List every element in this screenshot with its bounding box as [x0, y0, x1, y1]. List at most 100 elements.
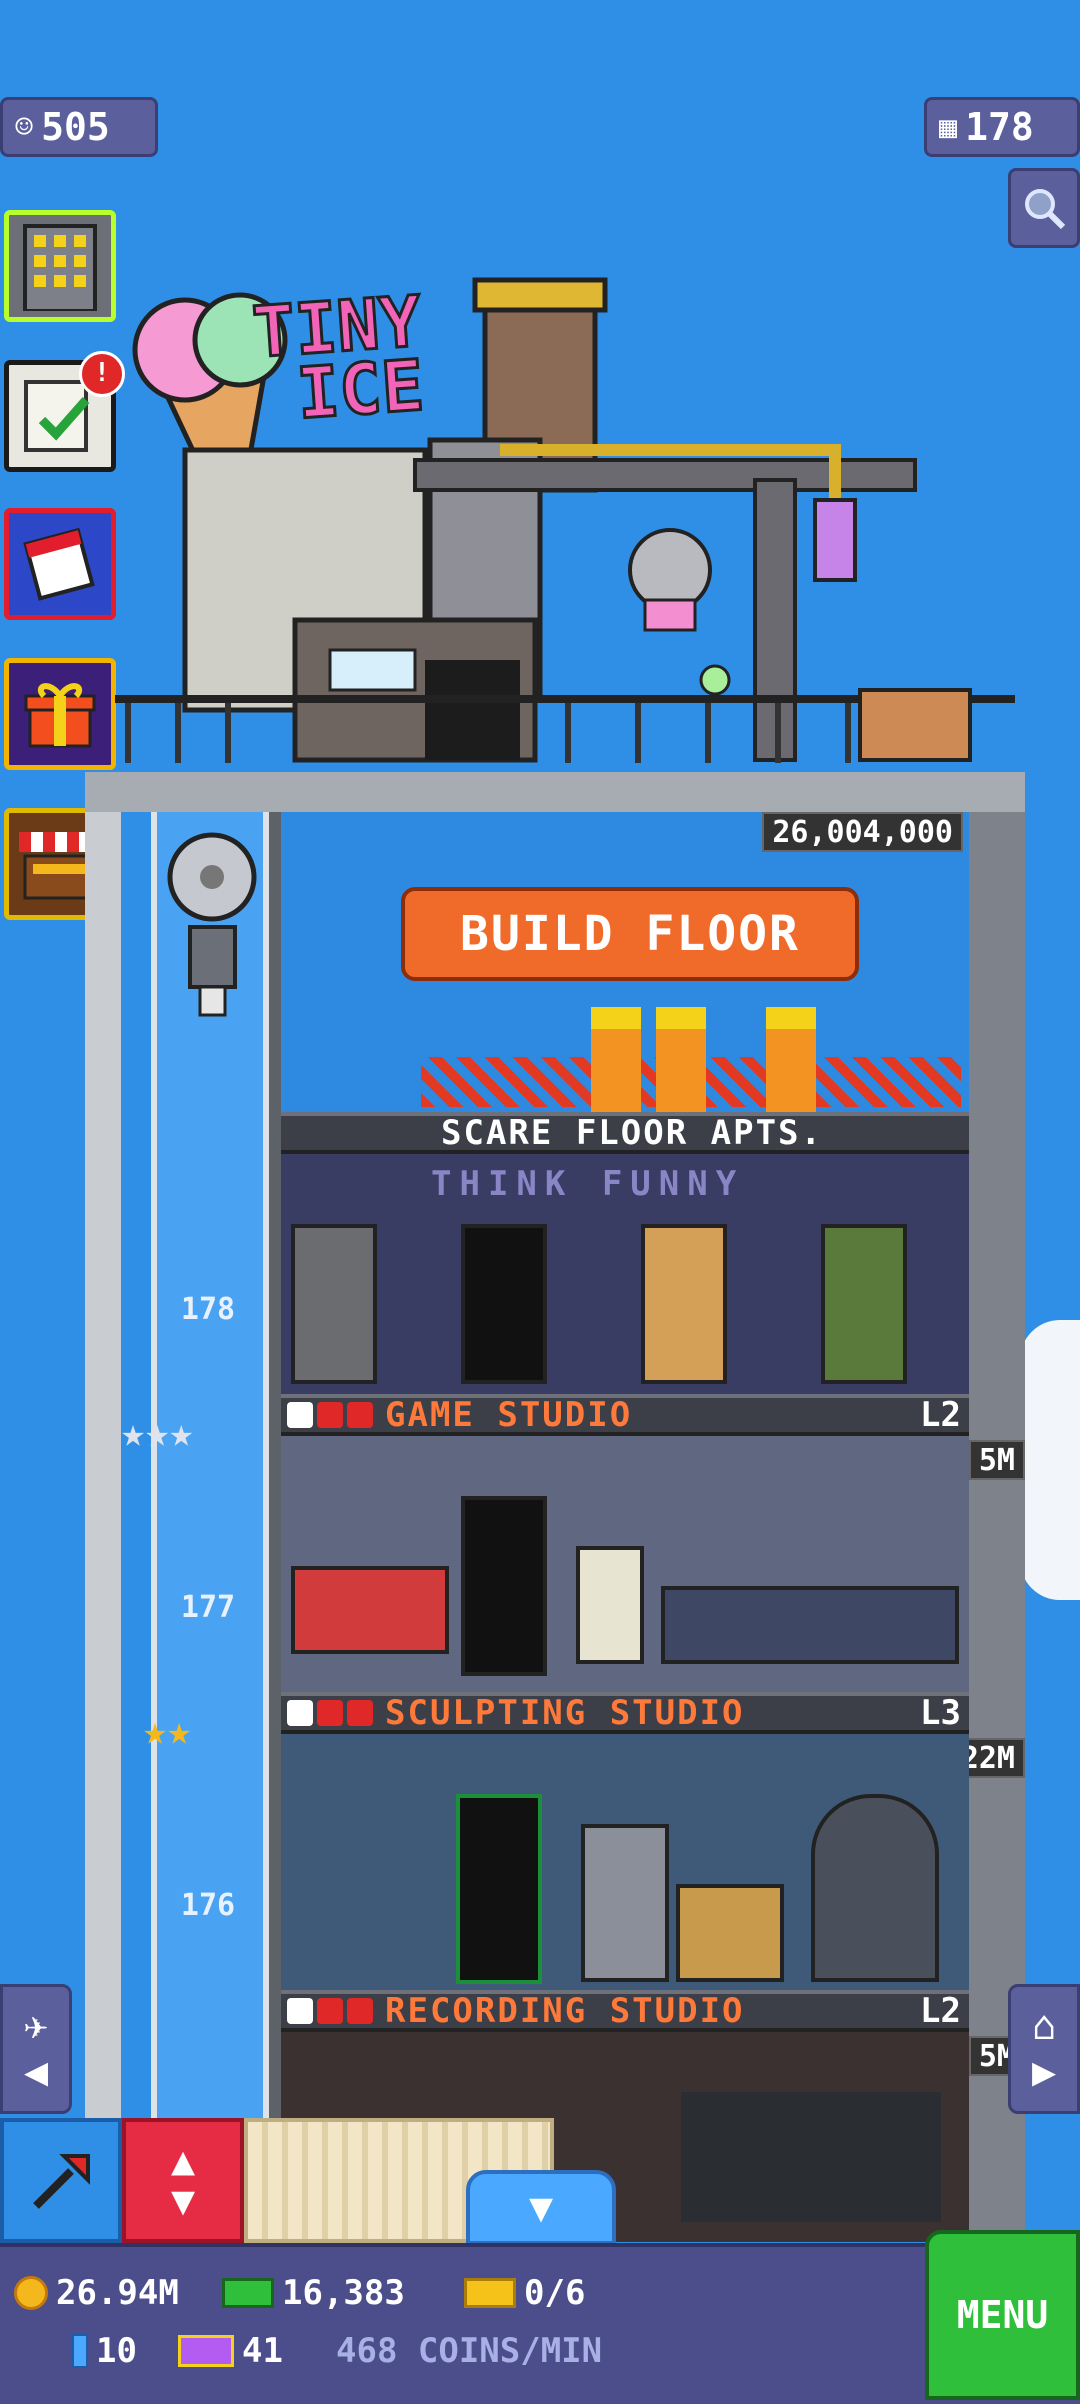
stock-x-icon [347, 1700, 373, 1726]
floor-header-scare-floor[interactable]: SCARE FLOOR APTS. [281, 1112, 969, 1154]
chevron-down-icon: ▼ [528, 2184, 554, 2231]
coin-rate: 468 COINS/MIN [336, 2331, 603, 2371]
floor-header-recording-studio[interactable]: RECORDING STUDIO L2 [281, 1990, 969, 2032]
floor-name: SCULPTING STUDIO [385, 1693, 745, 1733]
tower: 178 177 176 ★★★ ★★ 26,004,000 BUILD FLOO… [85, 772, 1025, 2242]
keys-value: 10 [96, 2331, 137, 2371]
gift-icon [24, 683, 96, 748]
gift-button[interactable] [4, 658, 116, 770]
floor-name: GAME STUDIO [385, 1395, 633, 1435]
population-counter[interactable]: ☺ 505 [0, 97, 158, 157]
floor-level: L2 [920, 1395, 961, 1435]
tiny-ice-logo: TINY ICE [249, 279, 428, 437]
star-icon: ★ [143, 1708, 168, 1754]
menu-button[interactable]: MENU [925, 2230, 1080, 2400]
floor-header-game-studio[interactable]: GAME STUDIO L2 [281, 1394, 969, 1436]
tv-value: 41 [242, 2331, 283, 2371]
coin-icon [14, 2276, 48, 2310]
construction-worker [591, 1007, 641, 1119]
building-grid-icon [23, 224, 97, 311]
stock-x-icon [347, 1998, 373, 2024]
arrow-down-icon: ▼ [170, 2177, 196, 2224]
visit-right-button[interactable]: ⌂ ▶ [1008, 1984, 1080, 2114]
collapse-button[interactable]: ▼ [466, 2170, 616, 2245]
stock-x-icon [347, 1402, 373, 1428]
computer-desk [661, 1586, 959, 1664]
elevator-pulley-icon [167, 832, 257, 1017]
population-value: 505 [41, 105, 110, 149]
floor-level: L3 [920, 1693, 961, 1733]
room-sculpting-studio[interactable] [281, 1734, 969, 1990]
bux-icon [222, 2278, 274, 2308]
build-floor-area: 26,004,000 BUILD FLOOR [281, 812, 969, 1119]
buildings-button[interactable] [4, 210, 116, 322]
star-icon: ★ [169, 1410, 194, 1456]
search-icon [1025, 189, 1066, 230]
star-icon: ★ [121, 1410, 146, 1456]
studio-lights [681, 2092, 941, 2222]
tickets-stat[interactable]: 0/6 [464, 2273, 585, 2313]
key-icon [72, 2334, 88, 2368]
statue [581, 1824, 669, 1982]
stock-x-icon [317, 1402, 343, 1428]
construction-worker [656, 1007, 706, 1119]
statue [811, 1794, 939, 1982]
ice-cream-factory-art [115, 277, 1015, 763]
shaft-divider [269, 812, 281, 2242]
calendar-button[interactable] [4, 508, 116, 620]
floor-count-value: 178 [965, 105, 1034, 149]
coins-value: 26.94M [56, 2273, 179, 2313]
stock-x-icon [317, 1998, 343, 2024]
tv-icon [178, 2335, 234, 2367]
star-icon: ★ [167, 1708, 192, 1754]
room-game-studio[interactable] [281, 1436, 969, 1692]
roof-factory[interactable]: TINY ICE [115, 240, 1015, 780]
floor-number-176: 176 [180, 1888, 236, 1923]
build-cost: 26,004,000 [762, 812, 963, 852]
door [461, 1496, 547, 1676]
clock-icon [287, 1998, 313, 2024]
bux-stat[interactable]: 16,383 [222, 2273, 405, 2313]
keys-stat[interactable]: 10 [72, 2331, 137, 2371]
build-floor-button[interactable]: BUILD FLOOR [401, 887, 859, 981]
person-icon: ✈ [23, 2003, 49, 2049]
hammer-button[interactable] [0, 2118, 122, 2243]
tv-stat[interactable]: 41 [178, 2331, 283, 2371]
arrow-up-icon: ▲ [170, 2137, 196, 2184]
arcade-cabinet [576, 1546, 644, 1664]
star-icon: ★ [145, 1410, 170, 1456]
game-studio-stars: ★★★ [121, 1410, 193, 1456]
status-panel: 26.94M 16,383 0/6 10 41 468 COINS/MIN [0, 2243, 1080, 2404]
floor-number-178: 178 [180, 1292, 236, 1327]
ticket-icon [464, 2278, 516, 2308]
door [456, 1794, 542, 1984]
visit-left-button[interactable]: ✈ ◀ [0, 1984, 72, 2114]
floor-name: RECORDING STUDIO [385, 1991, 745, 2031]
tower-top-beam [85, 772, 1025, 812]
floor-name: SCARE FLOOR APTS. [441, 1113, 823, 1153]
home-icon: ⌂ [1031, 2003, 1057, 2049]
person-icon: ☺ [15, 109, 34, 145]
missions-button[interactable]: ! [4, 351, 125, 472]
floor-counter[interactable]: ▦ 178 [924, 97, 1080, 157]
shelf [676, 1884, 784, 1982]
door [641, 1224, 727, 1384]
logo-line-2: ICE [293, 343, 428, 437]
floor-number-177: 177 [180, 1590, 236, 1625]
hammer-icon [33, 2153, 90, 2209]
cloud [1020, 1320, 1080, 1600]
clock-icon [287, 1700, 313, 1726]
tower-left-wall [85, 772, 121, 2242]
clock-icon [287, 1402, 313, 1428]
construction-worker [766, 1007, 816, 1119]
search-button[interactable] [1008, 168, 1080, 248]
stock-x-icon [317, 1700, 343, 1726]
calendar-icon [23, 527, 95, 601]
elevator-button[interactable]: ▲ ▼ [122, 2118, 244, 2243]
floor-header-sculpting-studio[interactable]: SCULPTING STUDIO L3 [281, 1692, 969, 1734]
coins-stat[interactable]: 26.94M [14, 2273, 179, 2313]
building-icon: ▦ [939, 109, 958, 145]
door [461, 1224, 547, 1384]
sculpting-studio-stars: ★★ [143, 1708, 191, 1754]
room-scare-floor[interactable]: THINK FUNNY [281, 1154, 969, 1394]
